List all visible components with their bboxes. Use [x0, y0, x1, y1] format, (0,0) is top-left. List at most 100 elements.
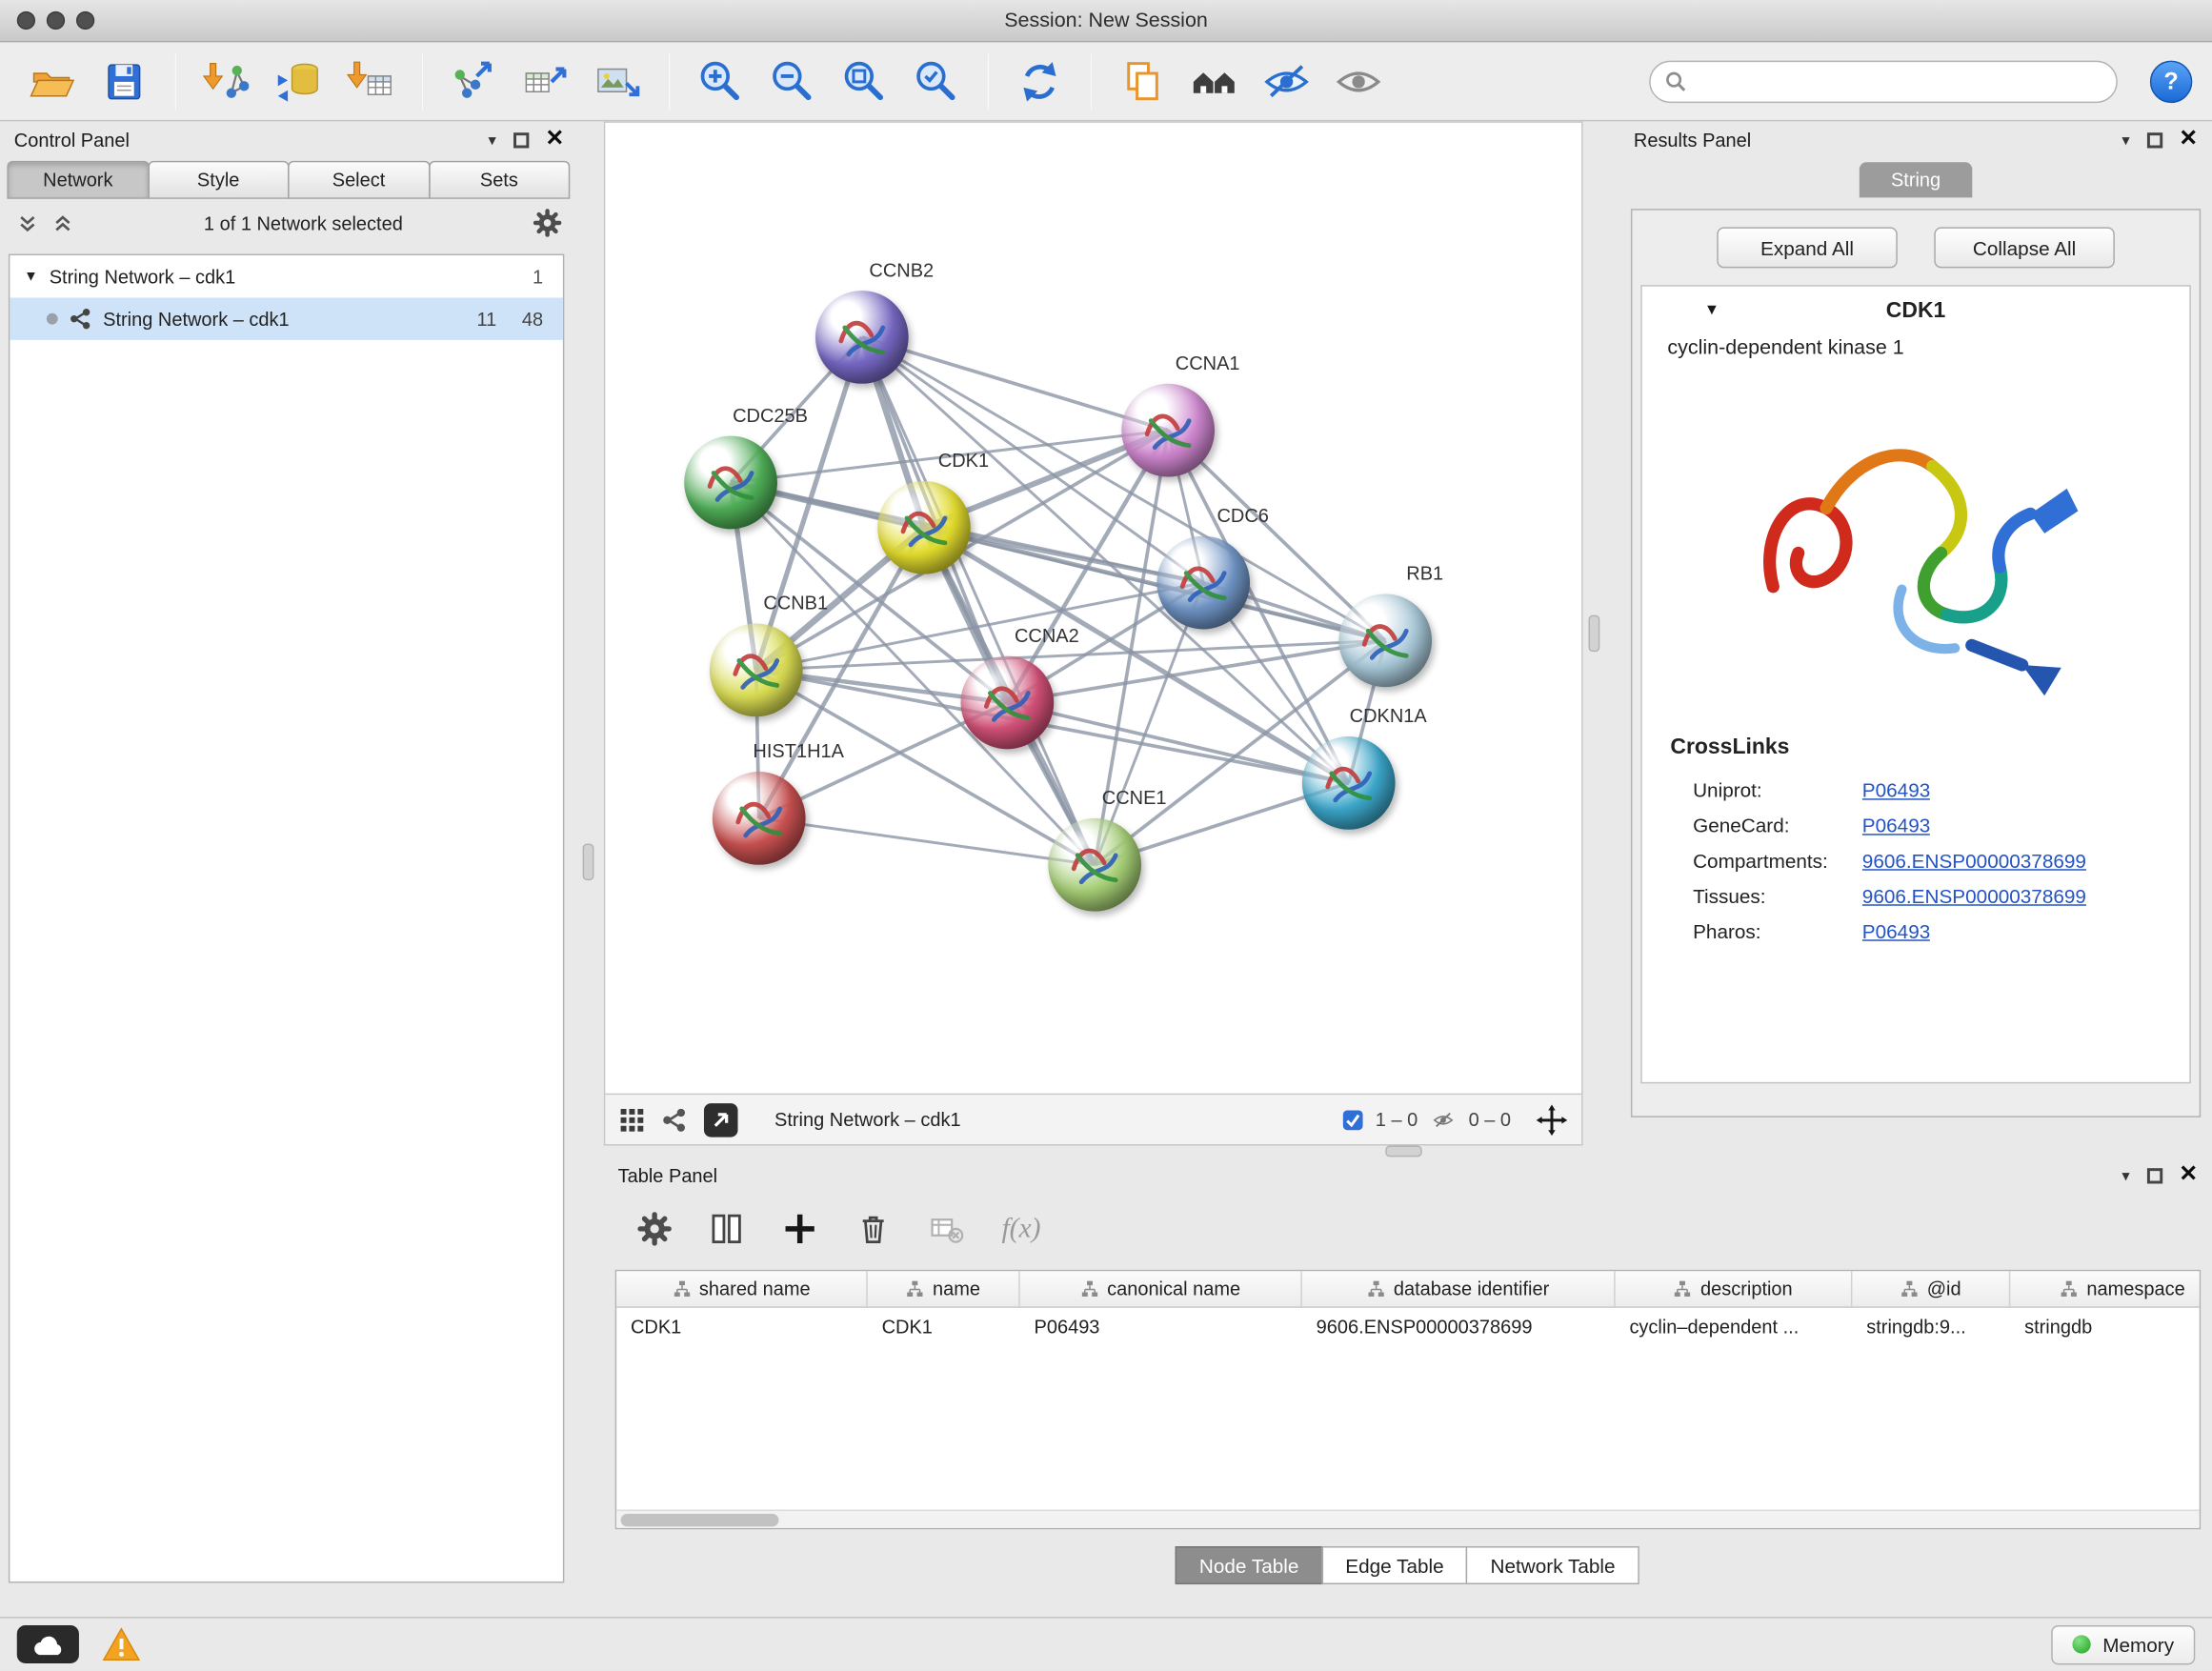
network-edge-CCNB2-CCNE1[interactable]: [862, 337, 1095, 865]
network-node-CDC6[interactable]: [1156, 536, 1250, 630]
column-header-namespace[interactable]: namespace: [2010, 1271, 2201, 1306]
grid-mode-icon[interactable]: [619, 1107, 645, 1133]
zoom-out-button[interactable]: [760, 49, 825, 113]
node-label-CDK1: CDK1: [938, 450, 989, 471]
delete-column-trash-icon[interactable]: [855, 1211, 892, 1248]
crosslink-link[interactable]: 9606.ENSP00000378699: [1862, 884, 2086, 907]
network-collection-row[interactable]: ▼ String Network – cdk1 1: [10, 255, 563, 297]
open-file-button[interactable]: [20, 49, 85, 113]
panel-menu-icon[interactable]: ▾: [2122, 131, 2129, 149]
network-node-CDC25B[interactable]: [684, 436, 777, 530]
column-header-description[interactable]: description: [1616, 1271, 1853, 1306]
table-settings-gear-icon[interactable]: [637, 1212, 672, 1246]
zoom-fit-button[interactable]: [833, 49, 897, 113]
help-button[interactable]: ?: [2150, 60, 2192, 102]
snapshot-button[interactable]: [1110, 49, 1175, 113]
panel-close-icon[interactable]: ✕: [546, 129, 565, 151]
table-row[interactable]: CDK1CDK1P064939606.ENSP00000378699cyclin…: [616, 1308, 2200, 1346]
network-node-CCNB1[interactable]: [710, 624, 803, 717]
zoom-in-button[interactable]: [689, 49, 754, 113]
search-input[interactable]: [1698, 70, 2102, 91]
column-header-name[interactable]: name: [868, 1271, 1020, 1306]
import-network-database-button[interactable]: [267, 49, 332, 113]
warning-icon[interactable]: [102, 1625, 141, 1663]
network-edge-CCNE1-HIST1H1A[interactable]: [759, 818, 1095, 865]
results-buttons-row: Expand All Collapse All: [1632, 211, 2199, 283]
collapse-all-button[interactable]: Collapse All: [1934, 227, 2115, 268]
network-node-CCNA2[interactable]: [960, 656, 1054, 750]
panel-float-icon[interactable]: [513, 131, 528, 147]
crosslink-link[interactable]: P06493: [1862, 919, 1930, 942]
import-table-button[interactable]: [338, 49, 403, 113]
column-header-database-identifier[interactable]: database identifier: [1302, 1271, 1616, 1306]
cloud-button[interactable]: [17, 1625, 79, 1663]
panel-menu-icon[interactable]: ▾: [2122, 1166, 2129, 1184]
import-network-file-button[interactable]: [194, 49, 259, 113]
export-table-button[interactable]: [513, 49, 578, 113]
network-node-HIST1H1A[interactable]: [713, 772, 806, 865]
network-node-CCNA1[interactable]: [1121, 384, 1215, 477]
tab-node-table[interactable]: Node Table: [1176, 1546, 1323, 1584]
tab-network-table[interactable]: Network Table: [1466, 1546, 1639, 1584]
collection-expand-icon[interactable]: ▼: [24, 269, 38, 284]
network-node-CDKN1A[interactable]: [1302, 736, 1396, 830]
expand-all-button[interactable]: Expand All: [1717, 227, 1898, 268]
tab-select[interactable]: Select: [288, 161, 430, 199]
hide-graphics-button[interactable]: [1255, 49, 1319, 113]
panel-float-icon[interactable]: [2146, 131, 2162, 147]
first-neighbors-button[interactable]: [1182, 49, 1247, 113]
expand-all-icon[interactable]: [52, 212, 73, 233]
tab-style[interactable]: Style: [148, 161, 290, 199]
tab-string[interactable]: String: [1860, 162, 1972, 197]
protein-thumbnail: [1165, 545, 1241, 621]
save-session-button[interactable]: [91, 49, 156, 113]
show-graphics-button[interactable]: [1326, 49, 1391, 113]
horizontal-scrollbar[interactable]: [616, 1510, 2200, 1528]
zoom-selected-button[interactable]: [904, 49, 969, 113]
panel-menu-icon[interactable]: ▾: [488, 131, 495, 149]
tab-network[interactable]: Network: [7, 161, 149, 199]
column-header-label: database identifier: [1394, 1278, 1549, 1299]
network-node-CDK1[interactable]: [877, 481, 971, 574]
gene-card-header[interactable]: ▼ CDK1: [1642, 287, 2190, 337]
panel-float-icon[interactable]: [2146, 1167, 2162, 1182]
hidden-eye-icon[interactable]: [1429, 1108, 1458, 1131]
panel-close-icon[interactable]: ✕: [2179, 1164, 2198, 1187]
tab-sets[interactable]: Sets: [428, 161, 570, 199]
add-column-plus-icon[interactable]: [781, 1211, 818, 1248]
export-image-button[interactable]: [586, 49, 651, 113]
selection-indicators: 1 – 0 0 – 0: [1341, 1104, 1567, 1136]
network-row-selected[interactable]: String Network – cdk1 11 48: [10, 297, 563, 339]
network-node-RB1[interactable]: [1338, 594, 1432, 687]
panel-close-icon[interactable]: ✕: [2179, 129, 2198, 151]
annotation-mode-button[interactable]: [704, 1102, 738, 1137]
column-header-@id[interactable]: @id: [1852, 1271, 2010, 1306]
gear-icon[interactable]: [533, 209, 562, 237]
export-network-button[interactable]: [442, 49, 507, 113]
network-node-CCNB2[interactable]: [815, 291, 909, 384]
memory-button[interactable]: Memory: [2052, 1624, 2195, 1663]
crosslink-link[interactable]: 9606.ENSP00000378699: [1862, 849, 2086, 872]
apply-layout-button[interactable]: [1007, 49, 1072, 113]
delete-table-icon-disabled: [928, 1211, 965, 1248]
crosslink-link[interactable]: P06493: [1862, 814, 1930, 836]
network-canvas[interactable]: CCNB2CCNA1CDC25BCDK1CDC6RB1CCNB1CCNA2CDK…: [604, 121, 1583, 1095]
search-icon: [1664, 70, 1687, 92]
bottom-splitter-handle[interactable]: [1385, 1145, 1422, 1157]
column-header-canonical-name[interactable]: canonical name: [1020, 1271, 1302, 1306]
gene-collapse-icon[interactable]: ▼: [1704, 302, 1719, 319]
crosshair-icon[interactable]: [1537, 1104, 1568, 1136]
column-header-shared-name[interactable]: shared name: [616, 1271, 868, 1306]
crosslink-link[interactable]: P06493: [1862, 778, 1930, 801]
network-node-CCNE1[interactable]: [1048, 818, 1141, 912]
left-splitter-handle[interactable]: [583, 844, 594, 881]
tab-edge-table[interactable]: Edge Table: [1321, 1546, 1468, 1584]
right-splitter-handle[interactable]: [1588, 615, 1599, 653]
network-edge-CCNB2-CCNA1[interactable]: [862, 337, 1168, 431]
show-columns-icon[interactable]: [708, 1211, 745, 1248]
network-edges: [605, 123, 1584, 1097]
collapse-all-icon[interactable]: [17, 212, 38, 233]
scrollbar-thumb[interactable]: [621, 1514, 779, 1526]
selected-checkbox-icon[interactable]: [1341, 1108, 1364, 1131]
birdseye-view-icon[interactable]: [662, 1107, 688, 1133]
